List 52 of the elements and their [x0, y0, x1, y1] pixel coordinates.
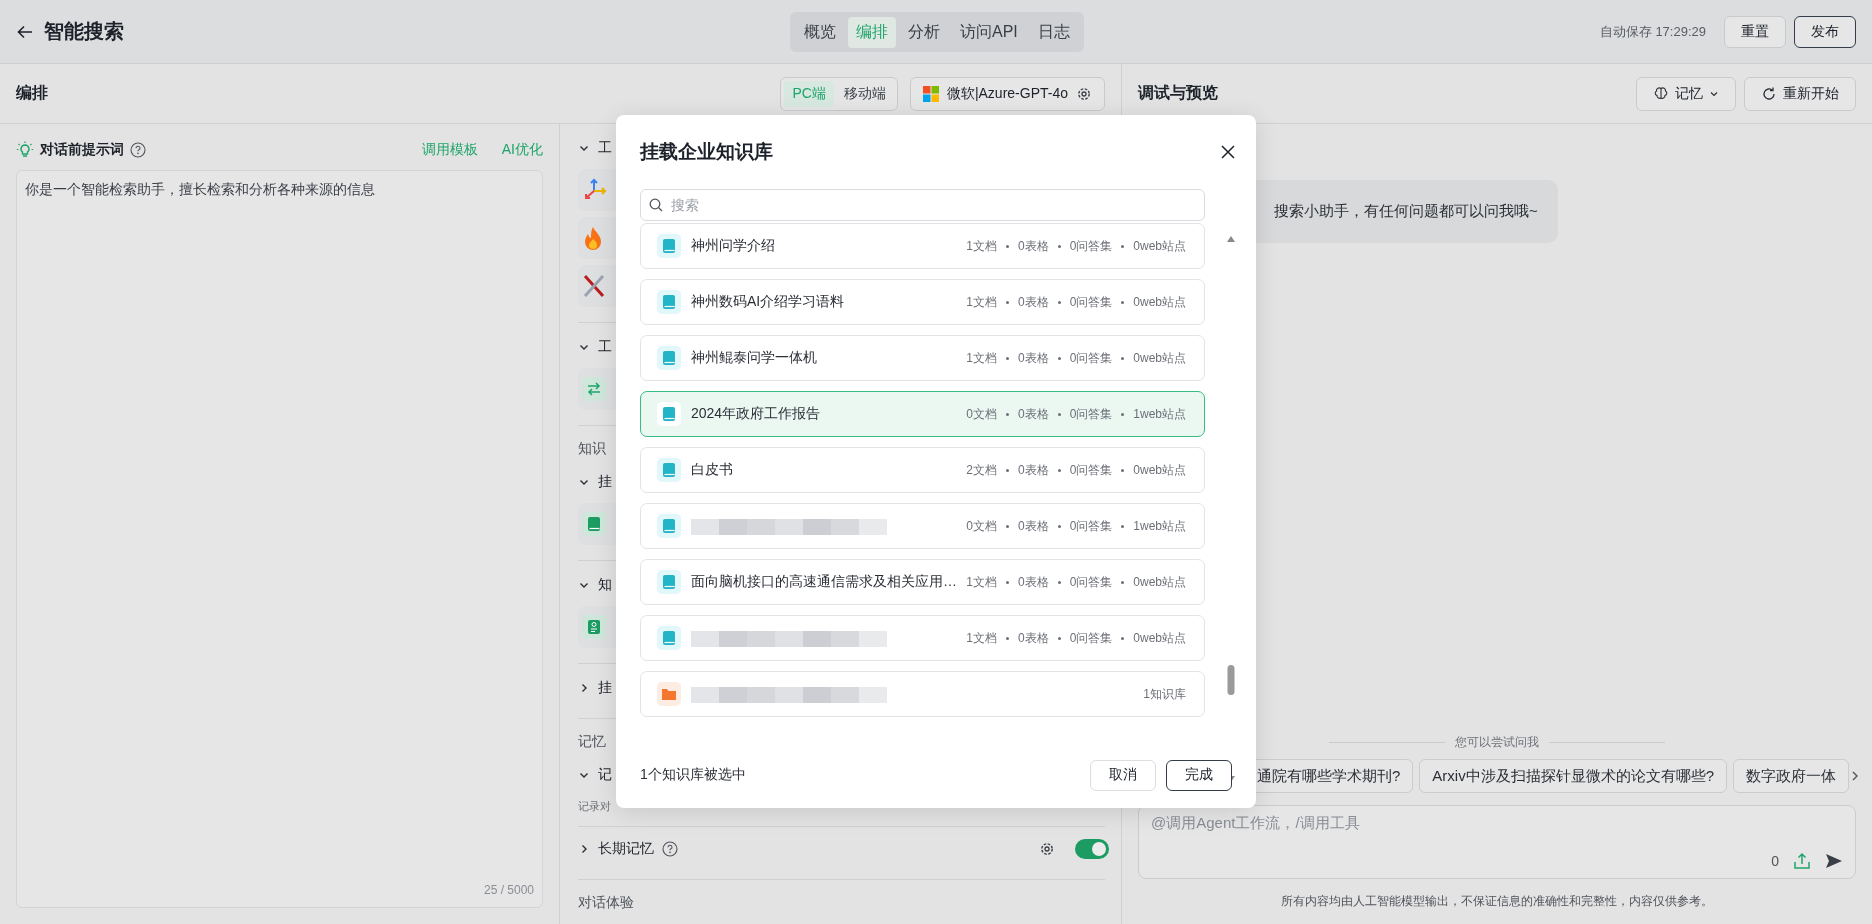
item-stat: 0表格	[1017, 405, 1049, 423]
item-stat: 0表格	[1017, 573, 1049, 591]
selection-count: 1个知识库被选中	[640, 766, 746, 784]
item-stat: 1文档	[966, 573, 997, 591]
item-name: 神州问学介绍	[691, 237, 776, 255]
item-stat: 0文档	[966, 517, 997, 535]
item-stat: 0问答集	[1069, 349, 1113, 367]
item-stat: 0表格	[1017, 237, 1049, 255]
panel-title: 编排	[16, 83, 48, 103]
item-name: 面向脑机接口的高速通信需求及相关应用…	[691, 573, 957, 591]
item-stat: 1web站点	[1133, 405, 1186, 423]
item-stat: 0表格	[1017, 517, 1049, 535]
item-stat: 0web站点	[1133, 629, 1186, 647]
item-count: 1知识库	[1143, 685, 1186, 703]
item-name: 2024年政府工作报告	[691, 405, 822, 423]
item-name: 神州数码AI介绍学习语料	[691, 293, 846, 311]
item-stat: 0问答集	[1069, 405, 1113, 423]
prompt-title: 对话前提示词	[40, 141, 124, 159]
disclaimer-text: 所有内容均由人工智能模型输出，不保证信息的准确性和完整性，内容仅供参考。	[1280, 893, 1714, 910]
item-stat: 1文档	[966, 349, 997, 367]
autosave-text: 自动保存 17:29:29	[1599, 22, 1706, 41]
dialog-title: 挂载企业知识库	[640, 140, 773, 164]
section-label: 知识	[578, 439, 607, 458]
item-stat: 0问答集	[1069, 573, 1113, 591]
item-stat: 1文档	[966, 629, 997, 647]
section-label: 记忆	[578, 732, 607, 751]
item-stat: 0问答集	[1069, 461, 1113, 479]
item-stat: 0表格	[1017, 293, 1049, 311]
item-stat: 0问答集	[1069, 629, 1113, 647]
section-label: 对话体验	[578, 893, 635, 912]
item-stat: 1文档	[966, 293, 997, 311]
panel-title: 调试与预览	[1138, 83, 1218, 103]
item-stat: 0表格	[1017, 461, 1049, 479]
item-stat: 0表格	[1017, 629, 1049, 647]
item-stat: 1web站点	[1133, 517, 1186, 535]
item-stat: 0web站点	[1133, 573, 1186, 591]
item-stat: 0文档	[966, 405, 997, 423]
item-name: 神州鲲泰问学一体机	[691, 349, 818, 367]
item-stat: 0问答集	[1069, 293, 1113, 311]
note-text: 记录对	[578, 799, 612, 814]
token-count: 0	[1771, 853, 1779, 869]
item-stat: 0表格	[1017, 349, 1049, 367]
item-stat: 0web站点	[1133, 461, 1186, 479]
app-title: 智能搜索	[44, 19, 124, 44]
item-stat: 0问答集	[1069, 237, 1113, 255]
item-stat: 0问答集	[1069, 517, 1113, 535]
item-stat: 0web站点	[1133, 349, 1186, 367]
item-stat: 0web站点	[1133, 237, 1186, 255]
item-name: 白皮书	[691, 461, 734, 479]
item-stat: 2文档	[966, 461, 997, 479]
item-stat: 1文档	[966, 237, 997, 255]
item-stat: 0web站点	[1133, 293, 1186, 311]
